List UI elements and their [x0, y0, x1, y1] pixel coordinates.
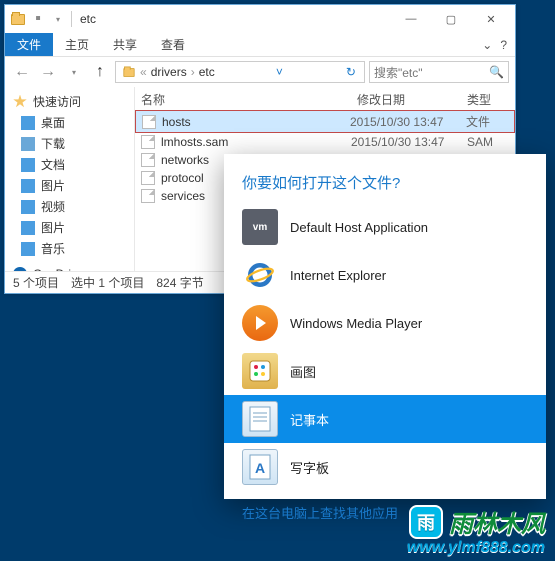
video-icon: [21, 200, 35, 214]
nav-back-button[interactable]: ←: [11, 61, 33, 83]
document-icon: [21, 158, 35, 172]
watermark: 雨 雨林木风 www.ylmf888.com: [407, 504, 545, 557]
wordpad-icon: A: [242, 449, 278, 485]
file-icon: [141, 153, 155, 167]
address-dropdown-icon[interactable]: ˅: [272, 65, 287, 79]
pictures-icon: [21, 221, 35, 235]
desktop-icon: [21, 116, 35, 130]
sidebar-item-pictures[interactable]: 图片: [5, 175, 134, 196]
sidebar-quick-access[interactable]: 快速访问: [5, 91, 134, 112]
minimize-button[interactable]: —: [391, 7, 431, 31]
nav-history-icon[interactable]: ▾: [63, 61, 85, 83]
nav-forward-button[interactable]: →: [37, 61, 59, 83]
col-type[interactable]: 类型: [467, 91, 509, 108]
close-button[interactable]: ✕: [471, 7, 511, 31]
status-selection: 选中 1 个项目: [71, 274, 144, 291]
sidebar: 快速访问 桌面 下载 文档 图片 视频 图片 音乐 OneDrive 此电脑: [5, 87, 135, 271]
onedrive-icon: [13, 267, 27, 271]
status-count: 5 个项目: [13, 274, 59, 291]
file-icon: [141, 171, 155, 185]
col-name[interactable]: 名称: [141, 91, 357, 108]
window-title: etc: [80, 12, 96, 26]
sidebar-item-documents[interactable]: 文档: [5, 154, 134, 175]
file-row[interactable]: hosts 2015/10/30 13:47 文件: [135, 110, 515, 133]
download-icon: [21, 137, 35, 151]
watermark-url: www.ylmf888.com: [407, 539, 545, 557]
maximize-button[interactable]: ▢: [431, 7, 471, 31]
file-icon: [142, 115, 156, 129]
file-icon: [141, 135, 155, 149]
sidebar-item-videos[interactable]: 视频: [5, 196, 134, 217]
quick-access-toolbar: ▪ ▾: [9, 10, 67, 28]
pictures-icon: [21, 179, 35, 193]
ribbon-tabs: 文件 主页 共享 查看 ⌄ ?: [5, 33, 515, 57]
address-bar[interactable]: « drivers › etc ˅ ↻: [115, 61, 365, 83]
qat-item[interactable]: ▪: [29, 10, 47, 28]
sidebar-onedrive[interactable]: OneDrive: [5, 265, 134, 271]
wmp-icon: [242, 305, 278, 341]
notepad-icon: [242, 401, 278, 437]
app-item-default-host[interactable]: vm Default Host Application: [224, 203, 546, 251]
vm-icon: vm: [242, 209, 278, 245]
open-with-dialog: 你要如何打开这个文件? vm Default Host Application …: [224, 154, 546, 499]
app-item-paint[interactable]: 画图: [224, 347, 546, 395]
app-list: vm Default Host Application Internet Exp…: [224, 203, 546, 491]
search-input[interactable]: 搜索"etc" 🔍: [369, 61, 509, 83]
tab-file[interactable]: 文件: [5, 33, 53, 56]
app-item-wmp[interactable]: Windows Media Player: [224, 299, 546, 347]
search-icon: 🔍: [489, 65, 504, 79]
status-size: 824 字节: [156, 274, 203, 291]
breadcrumb[interactable]: drivers: [149, 65, 189, 79]
chevron-right-icon: ›: [191, 65, 195, 79]
app-item-wordpad[interactable]: A 写字板: [224, 443, 546, 491]
folder-icon: [9, 10, 27, 28]
watermark-logo: 雨: [409, 505, 443, 539]
file-row[interactable]: lmhosts.sam 2015/10/30 13:47 SAM: [135, 133, 515, 151]
column-headers: 名称 修改日期 类型: [135, 87, 515, 110]
refresh-icon[interactable]: ↻: [342, 65, 360, 79]
titlebar: ▪ ▾ etc — ▢ ✕: [5, 5, 515, 33]
paint-icon: [242, 353, 278, 389]
col-date[interactable]: 修改日期: [357, 91, 467, 108]
sidebar-item-downloads[interactable]: 下载: [5, 133, 134, 154]
search-placeholder: 搜索"etc": [374, 64, 423, 81]
music-icon: [21, 242, 35, 256]
app-item-notepad[interactable]: 记事本: [224, 395, 546, 443]
file-icon: [141, 189, 155, 203]
svg-text:A: A: [255, 460, 265, 476]
app-item-ie[interactable]: Internet Explorer: [224, 251, 546, 299]
star-icon: [13, 95, 27, 109]
folder-icon: [120, 63, 138, 81]
tab-home[interactable]: 主页: [53, 33, 101, 56]
address-row: ← → ▾ ↑ « drivers › etc ˅ ↻ 搜索"etc" 🔍: [5, 57, 515, 87]
breadcrumb[interactable]: etc: [197, 65, 217, 79]
sidebar-item-music[interactable]: 音乐: [5, 238, 134, 259]
ie-icon: [242, 257, 278, 293]
tab-view[interactable]: 查看: [149, 33, 197, 56]
sidebar-item-pictures2[interactable]: 图片: [5, 217, 134, 238]
qat-dropdown-icon[interactable]: ▾: [49, 10, 67, 28]
dialog-title: 你要如何打开这个文件?: [224, 154, 546, 203]
tab-share[interactable]: 共享: [101, 33, 149, 56]
ribbon-expand-icon[interactable]: ⌄ ?: [474, 33, 515, 56]
sidebar-item-desktop[interactable]: 桌面: [5, 112, 134, 133]
watermark-brand: 雨林木风: [449, 504, 545, 539]
nav-up-button[interactable]: ↑: [89, 61, 111, 83]
breadcrumb-prefix: «: [140, 65, 147, 79]
